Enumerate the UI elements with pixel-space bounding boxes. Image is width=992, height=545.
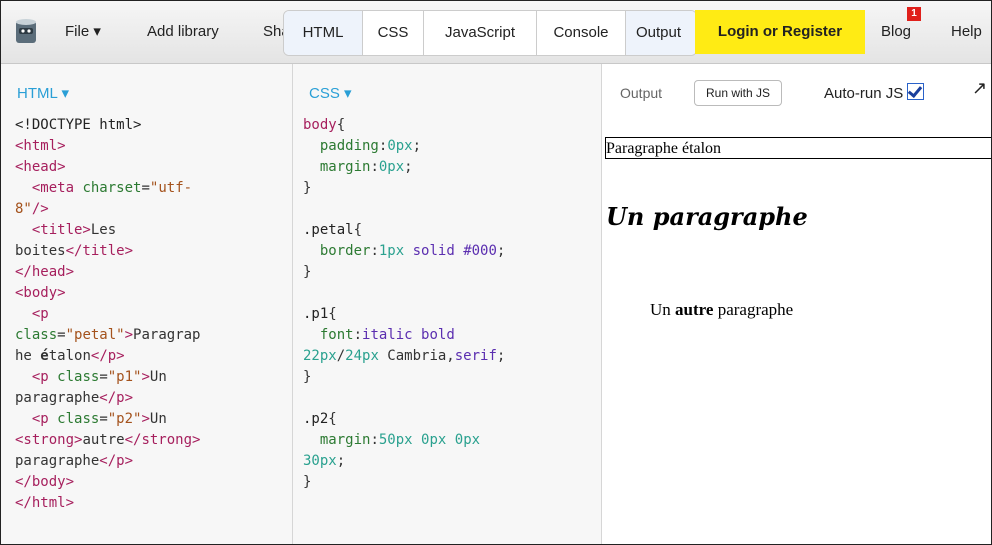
add-library-button[interactable]: Add library [147,21,219,43]
css-editor-pane[interactable]: CSS ▾ body{ padding:0px; margin:0px; } .… [293,64,601,544]
jsbin-logo-icon[interactable] [13,17,39,45]
help-link[interactable]: Help [951,21,982,43]
tab-css[interactable]: CSS [363,11,424,55]
autorun-toggle[interactable]: Auto-run JS [824,83,925,102]
css-pane-title[interactable]: CSS ▾ [309,84,352,102]
p2-text-before: Un [650,300,676,319]
output-header: Output Run with JS Auto-run JS ↗ [602,64,991,118]
output-pane: Output Run with JS Auto-run JS ↗ Paragra… [602,64,991,544]
output-paragraph-petal: Paragraphe étalon [605,137,991,159]
tab-output[interactable]: Output [626,11,696,55]
html-code[interactable]: <!DOCTYPE html> <html> <head> <meta char… [15,115,200,514]
blog-notification-badge: 1 [907,7,921,21]
output-label: Output [620,85,663,101]
p2-text-after: paragraphe [713,300,794,319]
panel-tabs: HTML CSS JavaScript Console Output [283,10,697,56]
checkbox-checked-icon[interactable] [907,83,925,100]
output-paragraph-p2: Un autre paragraphe [650,300,793,320]
tab-javascript[interactable]: JavaScript [424,11,537,55]
autorun-label: Auto-run JS [824,85,904,102]
login-register-button[interactable]: Login or Register [695,10,865,54]
html-editor-pane[interactable]: HTML ▾ <!DOCTYPE html> <html> <head> <me… [1,64,292,544]
tab-html[interactable]: HTML [284,11,363,55]
file-menu[interactable]: File ▾ [65,21,101,43]
blog-link[interactable]: Blog [881,21,911,43]
open-external-arrow-icon[interactable]: ↗ [972,78,987,99]
run-with-js-button[interactable]: Run with JS [694,80,782,106]
html-pane-title[interactable]: HTML ▾ [17,84,69,102]
toolbar: File ▾ Add library Share HTML CSS JavaSc… [1,1,991,64]
tab-console[interactable]: Console [537,11,626,55]
p2-strong-text: autre [675,300,714,319]
css-code[interactable]: body{ padding:0px; margin:0px; } .petal{… [303,115,505,493]
app-window: File ▾ Add library Share HTML CSS JavaSc… [0,0,992,545]
output-paragraph-p1: Un paragraphe [606,202,808,231]
